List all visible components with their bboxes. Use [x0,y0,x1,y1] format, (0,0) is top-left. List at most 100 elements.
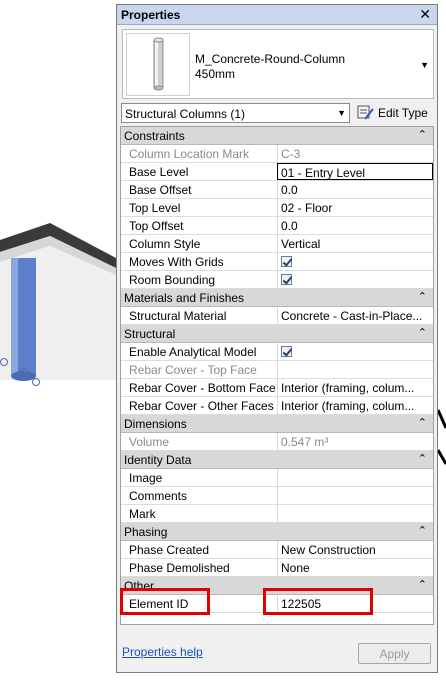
row-room-bounding[interactable]: Room Bounding [121,271,433,289]
column-style-field[interactable]: Vertical [277,235,433,252]
group-phasing[interactable]: Phasing ⌃ [121,523,433,541]
row-volume[interactable]: Volume 0.547 m³ [121,433,433,451]
group-label: Identity Data [124,453,192,467]
mark-field[interactable] [277,505,433,522]
rebar-cover-bottom-field[interactable]: Interior (framing, colum... [277,379,433,396]
collapse-icon[interactable]: ⌃ [418,128,427,141]
property-name: Structural Material [129,309,227,323]
enable-analytical-model-cell [277,343,433,360]
group-label: Dimensions [124,417,187,431]
row-mark[interactable]: Mark [121,505,433,523]
property-name: Volume [129,435,170,449]
group-label: Materials and Finishes [124,291,245,305]
room-bounding-checkbox[interactable] [281,274,292,285]
edit-type-label: Edit Type [378,106,428,120]
row-enable-analytical-model[interactable]: Enable Analytical Model [121,343,433,361]
property-name: Mark [129,507,156,521]
property-name: Column Location Mark [129,147,250,161]
top-offset-field[interactable]: 0.0 [277,217,433,234]
collapse-icon[interactable]: ⌃ [418,290,427,303]
base-level-field[interactable]: 01 - Entry Level [277,163,433,180]
moves-with-grids-checkbox[interactable] [281,256,292,267]
property-name: Phase Created [129,543,210,557]
property-name: Enable Analytical Model [129,345,257,359]
volume-value: 0.547 m³ [277,433,433,450]
phase-demolished-field[interactable]: None [277,559,433,576]
edit-type-icon [357,105,374,120]
collapse-icon[interactable]: ⌃ [418,578,427,591]
property-name: Top Level [129,201,181,215]
group-constraints[interactable]: Constraints ⌃ [121,127,433,145]
type-family-name: M_Concrete-Round-Column [195,52,346,66]
property-name: Phase Demolished [129,561,230,575]
row-rebar-cover-bottom[interactable]: Rebar Cover - Bottom Face Interior (fram… [121,379,433,397]
row-top-offset[interactable]: Top Offset 0.0 [121,217,433,235]
group-dimensions[interactable]: Dimensions ⌃ [121,415,433,433]
property-name: Column Style [129,237,201,251]
phase-created-field[interactable]: New Construction [277,541,433,558]
row-base-level[interactable]: Base Level 01 - Entry Level [121,163,433,181]
moves-with-grids-cell [277,253,433,270]
type-selector[interactable]: M_Concrete-Round-Column 450mm ▼ [122,29,434,99]
highlight-box-element-id-value [263,588,373,615]
edge-line-right-1 [436,409,446,429]
row-base-offset[interactable]: Base Offset 0.0 [121,181,433,199]
category-filter-dropdown[interactable]: Structural Columns (1) ▼ [121,103,350,123]
edit-type-button[interactable]: Edit Type [357,103,435,123]
properties-panel: Properties ✕ M_Concrete-Round-Column 450… [116,4,438,673]
enable-analytical-model-checkbox[interactable] [281,346,292,357]
property-name: Rebar Cover - Top Face [129,363,257,377]
property-value: C-3 [277,145,433,162]
apply-button[interactable]: Apply [358,643,431,664]
type-dropdown-arrow-icon[interactable]: ▼ [420,60,429,70]
row-phase-created[interactable]: Phase Created New Construction [121,541,433,559]
row-phase-demolished[interactable]: Phase Demolished None [121,559,433,577]
property-name: Top Offset [129,219,184,233]
panel-titlebar[interactable]: Properties ✕ [117,5,437,25]
column-base [11,371,36,381]
property-name: Rebar Cover - Other Faces [129,399,274,413]
row-column-style[interactable]: Column Style Vertical [121,235,433,253]
properties-help-link[interactable]: Properties help [122,645,203,659]
row-top-level[interactable]: Top Level 02 - Floor [121,199,433,217]
edge-line-right-2 [436,449,446,465]
row-moves-with-grids[interactable]: Moves With Grids [121,253,433,271]
row-comments[interactable]: Comments [121,487,433,505]
comments-field[interactable] [277,487,433,504]
group-structural[interactable]: Structural ⌃ [121,325,433,343]
round-column-icon [153,37,164,91]
rebar-cover-top-field [277,361,433,378]
close-icon[interactable]: ✕ [419,6,431,23]
highlight-box-element-id-label [120,588,210,615]
top-level-field[interactable]: 02 - Floor [277,199,433,216]
collapse-icon[interactable]: ⌃ [418,416,427,429]
property-name: Base Offset [129,183,192,197]
row-image[interactable]: Image [121,469,433,487]
property-name: Moves With Grids [129,255,224,269]
base-offset-field[interactable]: 0.0 [277,181,433,198]
group-identity-data[interactable]: Identity Data ⌃ [121,451,433,469]
rebar-cover-other-field[interactable]: Interior (framing, colum... [277,397,433,414]
row-structural-material[interactable]: Structural Material Concrete - Cast-in-P… [121,307,433,325]
row-column-location-mark[interactable]: Column Location Mark C-3 [121,145,433,163]
group-label: Phasing [124,525,168,539]
row-rebar-cover-top[interactable]: Rebar Cover - Top Face [121,361,433,379]
room-bounding-cell [277,271,433,288]
property-name: Room Bounding [129,273,216,287]
type-name: 450mm [195,67,236,81]
type-thumbnail [126,33,190,96]
group-label: Structural [124,327,176,341]
collapse-icon[interactable]: ⌃ [418,326,427,339]
collapse-icon[interactable]: ⌃ [418,524,427,537]
property-name: Comments [129,489,188,503]
filter-row: Structural Columns (1) ▼ Edit Type [121,103,435,125]
category-filter-label: Structural Columns (1) [125,107,246,121]
row-rebar-cover-other[interactable]: Rebar Cover - Other Faces Interior (fram… [121,397,433,415]
group-label: Constraints [124,129,185,143]
property-name: Image [129,471,163,485]
group-materials-and-finishes[interactable]: Materials and Finishes ⌃ [121,289,433,307]
collapse-icon[interactable]: ⌃ [418,452,427,465]
structural-material-field[interactable]: Concrete - Cast-in-Place... [277,307,433,324]
image-field[interactable] [277,469,433,486]
chevron-down-icon: ▼ [337,108,346,118]
